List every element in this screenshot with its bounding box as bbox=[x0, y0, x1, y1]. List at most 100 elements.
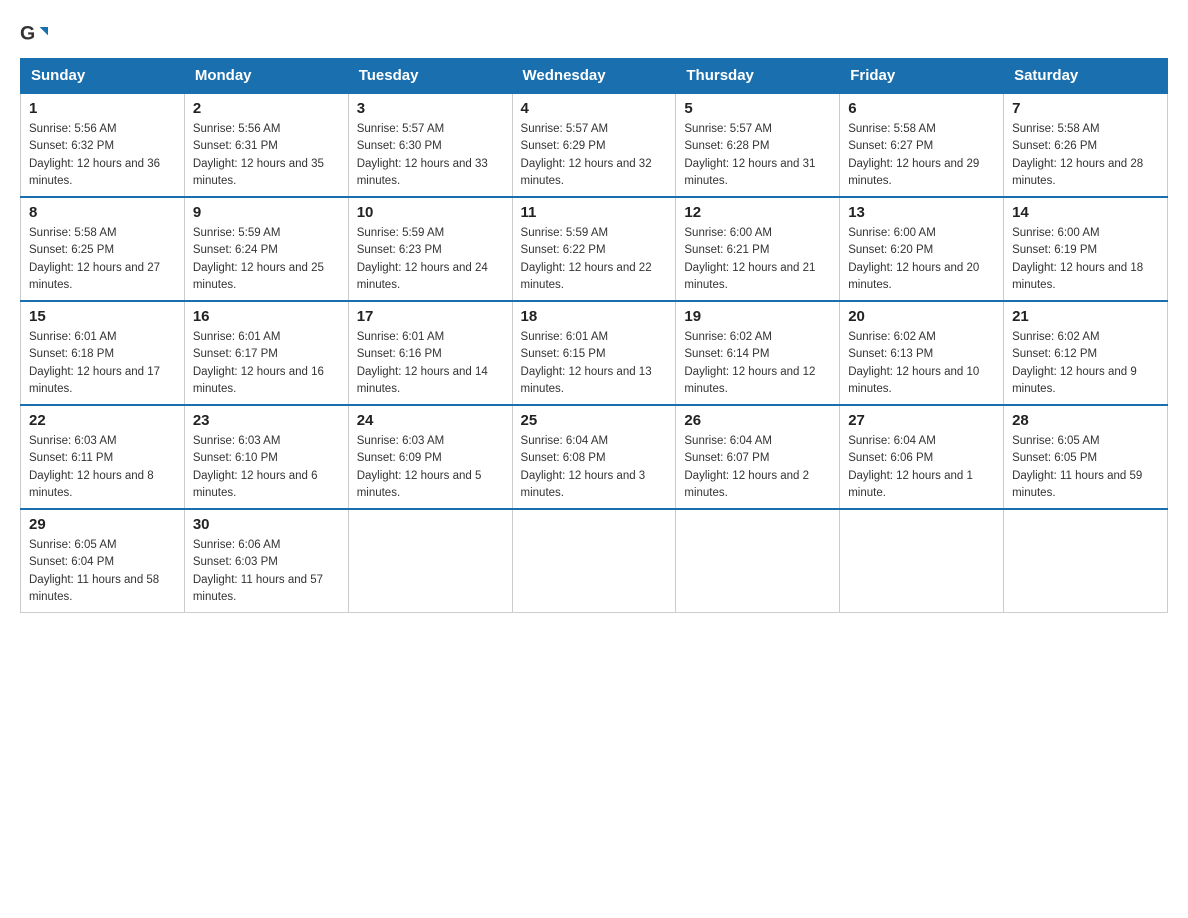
calendar-week-row: 22 Sunrise: 6:03 AMSunset: 6:11 PMDayligh… bbox=[21, 405, 1168, 509]
day-cell-21: 21 Sunrise: 6:02 AMSunset: 6:12 PMDayligh… bbox=[1004, 301, 1168, 405]
day-info: Sunrise: 6:05 AMSunset: 6:04 PMDaylight:… bbox=[29, 537, 176, 606]
day-info: Sunrise: 5:56 AMSunset: 6:32 PMDaylight:… bbox=[29, 121, 176, 190]
logo: G bbox=[20, 20, 52, 48]
day-info: Sunrise: 5:59 AMSunset: 6:24 PMDaylight:… bbox=[193, 225, 340, 294]
column-header-saturday: Saturday bbox=[1004, 59, 1168, 94]
day-cell-17: 17 Sunrise: 6:01 AMSunset: 6:16 PMDayligh… bbox=[348, 301, 512, 405]
day-cell-13: 13 Sunrise: 6:00 AMSunset: 6:20 PMDayligh… bbox=[840, 197, 1004, 301]
day-number: 5 bbox=[684, 100, 831, 117]
day-info: Sunrise: 5:58 AMSunset: 6:26 PMDaylight:… bbox=[1012, 121, 1159, 190]
empty-cell bbox=[1004, 509, 1168, 613]
calendar-week-row: 15 Sunrise: 6:01 AMSunset: 6:18 PMDayligh… bbox=[21, 301, 1168, 405]
day-number: 29 bbox=[29, 516, 176, 533]
day-info: Sunrise: 6:02 AMSunset: 6:13 PMDaylight:… bbox=[848, 329, 995, 398]
day-cell-6: 6 Sunrise: 5:58 AMSunset: 6:27 PMDaylight… bbox=[840, 93, 1004, 197]
day-number: 25 bbox=[521, 412, 668, 429]
day-info: Sunrise: 6:06 AMSunset: 6:03 PMDaylight:… bbox=[193, 537, 340, 606]
calendar-week-row: 29 Sunrise: 6:05 AMSunset: 6:04 PMDayligh… bbox=[21, 509, 1168, 613]
day-cell-16: 16 Sunrise: 6:01 AMSunset: 6:17 PMDayligh… bbox=[184, 301, 348, 405]
day-number: 20 bbox=[848, 308, 995, 325]
day-number: 14 bbox=[1012, 204, 1159, 221]
day-number: 21 bbox=[1012, 308, 1159, 325]
day-info: Sunrise: 6:04 AMSunset: 6:07 PMDaylight:… bbox=[684, 433, 831, 502]
calendar-week-row: 1 Sunrise: 5:56 AMSunset: 6:32 PMDaylight… bbox=[21, 93, 1168, 197]
day-cell-3: 3 Sunrise: 5:57 AMSunset: 6:30 PMDaylight… bbox=[348, 93, 512, 197]
day-info: Sunrise: 6:00 AMSunset: 6:21 PMDaylight:… bbox=[684, 225, 831, 294]
day-number: 10 bbox=[357, 204, 504, 221]
day-number: 3 bbox=[357, 100, 504, 117]
day-info: Sunrise: 6:05 AMSunset: 6:05 PMDaylight:… bbox=[1012, 433, 1159, 502]
day-number: 16 bbox=[193, 308, 340, 325]
day-number: 22 bbox=[29, 412, 176, 429]
day-number: 13 bbox=[848, 204, 995, 221]
day-info: Sunrise: 6:02 AMSunset: 6:14 PMDaylight:… bbox=[684, 329, 831, 398]
day-info: Sunrise: 5:59 AMSunset: 6:23 PMDaylight:… bbox=[357, 225, 504, 294]
day-number: 8 bbox=[29, 204, 176, 221]
day-info: Sunrise: 5:57 AMSunset: 6:28 PMDaylight:… bbox=[684, 121, 831, 190]
day-cell-28: 28Sunrise: 6:05 AMSunset: 6:05 PMDayligh… bbox=[1004, 405, 1168, 509]
day-cell-9: 9 Sunrise: 5:59 AMSunset: 6:24 PMDaylight… bbox=[184, 197, 348, 301]
day-number: 19 bbox=[684, 308, 831, 325]
day-cell-23: 23 Sunrise: 6:03 AMSunset: 6:10 PMDayligh… bbox=[184, 405, 348, 509]
day-info: Sunrise: 6:03 AMSunset: 6:09 PMDaylight:… bbox=[357, 433, 504, 502]
day-number: 6 bbox=[848, 100, 995, 117]
day-number: 24 bbox=[357, 412, 504, 429]
day-cell-26: 26Sunrise: 6:04 AMSunset: 6:07 PMDayligh… bbox=[676, 405, 840, 509]
day-cell-30: 30Sunrise: 6:06 AMSunset: 6:03 PMDayligh… bbox=[184, 509, 348, 613]
day-number: 1 bbox=[29, 100, 176, 117]
day-cell-22: 22 Sunrise: 6:03 AMSunset: 6:11 PMDayligh… bbox=[21, 405, 185, 509]
calendar-header-row: SundayMondayTuesdayWednesdayThursdayFrid… bbox=[21, 59, 1168, 94]
day-info: Sunrise: 6:01 AMSunset: 6:15 PMDaylight:… bbox=[521, 329, 668, 398]
day-info: Sunrise: 6:03 AMSunset: 6:11 PMDaylight:… bbox=[29, 433, 176, 502]
day-number: 15 bbox=[29, 308, 176, 325]
day-cell-18: 18 Sunrise: 6:01 AMSunset: 6:15 PMDayligh… bbox=[512, 301, 676, 405]
column-header-sunday: Sunday bbox=[21, 59, 185, 94]
column-header-friday: Friday bbox=[840, 59, 1004, 94]
day-info: Sunrise: 5:59 AMSunset: 6:22 PMDaylight:… bbox=[521, 225, 668, 294]
day-number: 4 bbox=[521, 100, 668, 117]
day-cell-19: 19 Sunrise: 6:02 AMSunset: 6:14 PMDayligh… bbox=[676, 301, 840, 405]
column-header-wednesday: Wednesday bbox=[512, 59, 676, 94]
day-number: 9 bbox=[193, 204, 340, 221]
day-info: Sunrise: 6:01 AMSunset: 6:18 PMDaylight:… bbox=[29, 329, 176, 398]
day-cell-15: 15 Sunrise: 6:01 AMSunset: 6:18 PMDayligh… bbox=[21, 301, 185, 405]
day-cell-5: 5 Sunrise: 5:57 AMSunset: 6:28 PMDaylight… bbox=[676, 93, 840, 197]
day-info: Sunrise: 6:01 AMSunset: 6:16 PMDaylight:… bbox=[357, 329, 504, 398]
calendar-table: SundayMondayTuesdayWednesdayThursdayFrid… bbox=[20, 58, 1168, 613]
day-cell-1: 1 Sunrise: 5:56 AMSunset: 6:32 PMDaylight… bbox=[21, 93, 185, 197]
day-info: Sunrise: 6:00 AMSunset: 6:20 PMDaylight:… bbox=[848, 225, 995, 294]
day-info: Sunrise: 6:00 AMSunset: 6:19 PMDaylight:… bbox=[1012, 225, 1159, 294]
day-cell-20: 20 Sunrise: 6:02 AMSunset: 6:13 PMDayligh… bbox=[840, 301, 1004, 405]
page-header: G bbox=[20, 20, 1168, 48]
day-cell-14: 14 Sunrise: 6:00 AMSunset: 6:19 PMDayligh… bbox=[1004, 197, 1168, 301]
day-cell-24: 24 Sunrise: 6:03 AMSunset: 6:09 PMDayligh… bbox=[348, 405, 512, 509]
day-cell-2: 2Sunrise: 5:56 AMSunset: 6:31 PMDaylight… bbox=[184, 93, 348, 197]
day-number: 17 bbox=[357, 308, 504, 325]
day-cell-12: 12Sunrise: 6:00 AMSunset: 6:21 PMDayligh… bbox=[676, 197, 840, 301]
day-cell-11: 11Sunrise: 5:59 AMSunset: 6:22 PMDayligh… bbox=[512, 197, 676, 301]
day-info: Sunrise: 5:58 AMSunset: 6:27 PMDaylight:… bbox=[848, 121, 995, 190]
day-info: Sunrise: 6:01 AMSunset: 6:17 PMDaylight:… bbox=[193, 329, 340, 398]
day-cell-7: 7 Sunrise: 5:58 AMSunset: 6:26 PMDaylight… bbox=[1004, 93, 1168, 197]
day-info: Sunrise: 6:02 AMSunset: 6:12 PMDaylight:… bbox=[1012, 329, 1159, 398]
day-info: Sunrise: 5:58 AMSunset: 6:25 PMDaylight:… bbox=[29, 225, 176, 294]
svg-text:G: G bbox=[20, 23, 35, 45]
day-number: 7 bbox=[1012, 100, 1159, 117]
column-header-monday: Monday bbox=[184, 59, 348, 94]
day-number: 23 bbox=[193, 412, 340, 429]
day-info: Sunrise: 6:04 AMSunset: 6:08 PMDaylight:… bbox=[521, 433, 668, 502]
column-header-thursday: Thursday bbox=[676, 59, 840, 94]
day-number: 18 bbox=[521, 308, 668, 325]
day-info: Sunrise: 6:03 AMSunset: 6:10 PMDaylight:… bbox=[193, 433, 340, 502]
day-cell-8: 8 Sunrise: 5:58 AMSunset: 6:25 PMDaylight… bbox=[21, 197, 185, 301]
day-cell-4: 4Sunrise: 5:57 AMSunset: 6:29 PMDaylight… bbox=[512, 93, 676, 197]
empty-cell bbox=[840, 509, 1004, 613]
day-cell-10: 10 Sunrise: 5:59 AMSunset: 6:23 PMDayligh… bbox=[348, 197, 512, 301]
empty-cell bbox=[512, 509, 676, 613]
day-info: Sunrise: 5:57 AMSunset: 6:30 PMDaylight:… bbox=[357, 121, 504, 190]
calendar-week-row: 8 Sunrise: 5:58 AMSunset: 6:25 PMDaylight… bbox=[21, 197, 1168, 301]
logo-icon: G bbox=[20, 20, 48, 48]
day-info: Sunrise: 5:56 AMSunset: 6:31 PMDaylight:… bbox=[193, 121, 340, 190]
empty-cell bbox=[348, 509, 512, 613]
column-header-tuesday: Tuesday bbox=[348, 59, 512, 94]
